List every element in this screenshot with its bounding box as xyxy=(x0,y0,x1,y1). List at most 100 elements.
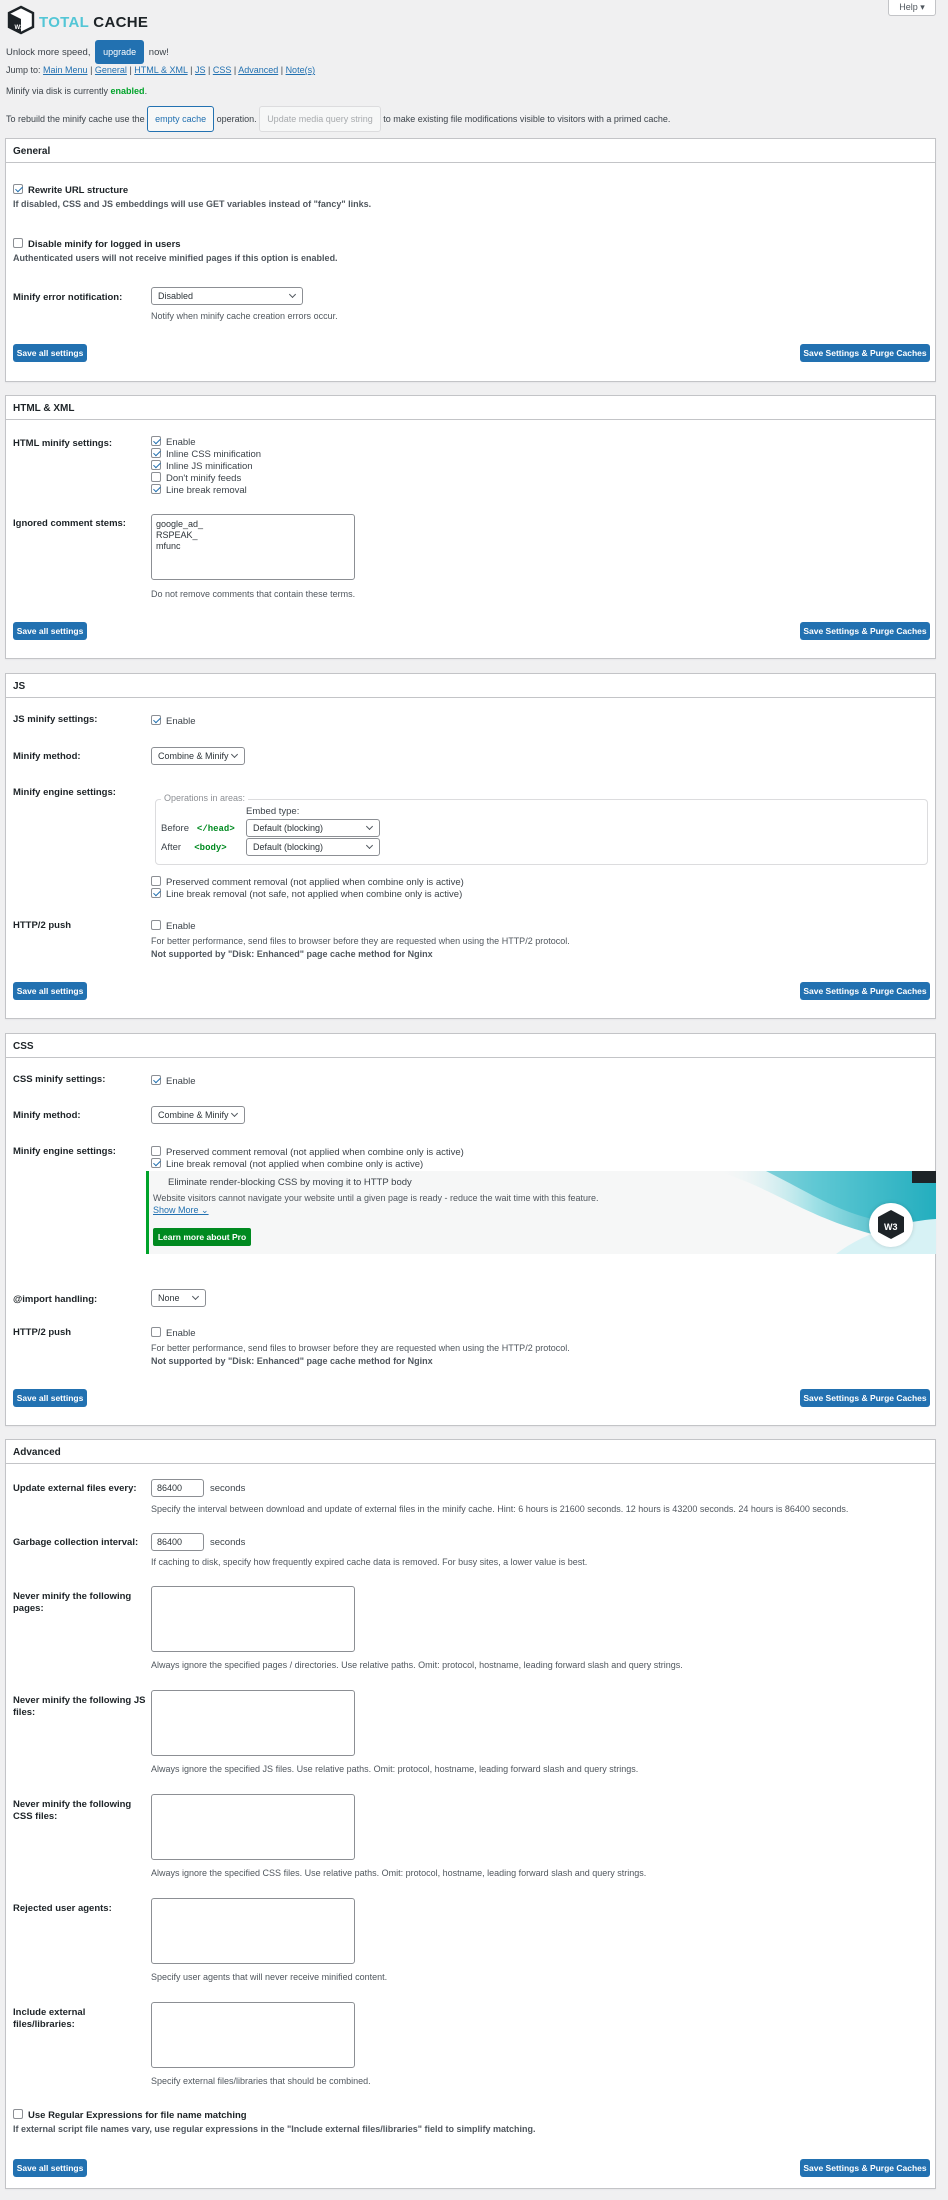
js-method-label: Minify method: xyxy=(13,751,81,762)
js-http2-checkbox[interactable] xyxy=(151,920,161,930)
jump-link-general[interactable]: General xyxy=(95,65,127,75)
html-inline-js-checkbox[interactable] xyxy=(151,460,161,470)
save-purge-button[interactable]: Save Settings & Purge Caches xyxy=(800,2159,930,2177)
css-line-break-option[interactable]: Line break removal (not applied when com… xyxy=(151,1158,423,1171)
js-title: JS xyxy=(6,674,935,698)
js-engine-label: Minify engine settings: xyxy=(13,787,116,798)
upgrade-button[interactable]: upgrade xyxy=(95,40,145,64)
advanced-panel: Advanced Update external files every: 86… xyxy=(5,1439,936,2189)
css-settings-label: CSS minify settings: xyxy=(13,1074,106,1085)
save-all-settings-button[interactable]: Save all settings xyxy=(13,344,87,362)
html-panel: HTML & XML HTML minify settings: Enable … xyxy=(5,395,936,659)
jump-link-notes[interactable]: Note(s) xyxy=(286,65,316,75)
css-engine-label: Minify engine settings: xyxy=(13,1146,116,1157)
save-all-settings-button[interactable]: Save all settings xyxy=(13,1389,87,1407)
never-minify-pages-textarea[interactable] xyxy=(151,1586,355,1652)
css-enable-option[interactable]: Enable xyxy=(151,1075,196,1088)
general-panel: General Rewrite URL structure If disable… xyxy=(5,138,936,382)
disable-minify-logged-checkbox[interactable] xyxy=(13,238,23,248)
rejected-agents-label: Rejected user agents: xyxy=(13,1903,112,1914)
never-minify-css-textarea[interactable] xyxy=(151,1794,355,1860)
html-title: HTML & XML xyxy=(6,396,935,420)
update-external-input[interactable]: 86400 xyxy=(151,1479,204,1497)
include-external-label: Include external files/libraries: xyxy=(13,2007,86,2030)
promo-badge: W3 xyxy=(869,1203,913,1247)
js-enable-option[interactable]: Enable xyxy=(151,715,196,728)
disable-minify-logged-option[interactable]: Disable minify for logged in users xyxy=(13,238,181,251)
css-method-select[interactable]: Combine & Minify xyxy=(151,1106,245,1124)
save-all-settings-button[interactable]: Save all settings xyxy=(13,622,87,640)
import-handling-label: @import handling: xyxy=(13,1294,98,1305)
never-minify-css-label: Never minify the following CSS files: xyxy=(13,1799,132,1822)
learn-more-pro-button[interactable]: Learn more about Pro xyxy=(153,1228,251,1246)
html-inline-css-checkbox[interactable] xyxy=(151,448,161,458)
advanced-title: Advanced xyxy=(6,1440,935,1464)
garbage-collection-label: Garbage collection interval: xyxy=(13,1537,139,1548)
error-notification-label: Minify error notification: xyxy=(13,292,123,303)
html-line-break-checkbox[interactable] xyxy=(151,484,161,494)
pro-promo-banner: Eliminate render-blocking CSS by moving … xyxy=(146,1171,936,1254)
rewrite-url-option[interactable]: Rewrite URL structure xyxy=(13,184,128,197)
js-enable-checkbox[interactable] xyxy=(151,715,161,725)
empty-cache-button[interactable]: empty cache xyxy=(147,106,215,132)
jump-link-main-menu[interactable]: Main Menu xyxy=(43,65,88,75)
js-line-break-option[interactable]: Line break removal (not safe, not applie… xyxy=(151,888,462,901)
html-dont-minify-feeds-checkbox[interactable] xyxy=(151,472,161,482)
import-handling-select[interactable]: None xyxy=(151,1289,206,1307)
jump-link-js[interactable]: JS xyxy=(195,65,206,75)
error-notification-select[interactable]: Disabled xyxy=(151,287,303,305)
css-line-break-checkbox[interactable] xyxy=(151,1158,161,1168)
ignored-comment-stems-label: Ignored comment stems: xyxy=(13,518,126,529)
rejected-agents-textarea[interactable] xyxy=(151,1898,355,1964)
css-http2-label: HTTP/2 push xyxy=(13,1327,72,1338)
css-http2-option[interactable]: Enable xyxy=(151,1327,196,1340)
never-minify-pages-label: Never minify the following pages: xyxy=(13,1591,132,1614)
html-settings-label: HTML minify settings: xyxy=(13,438,113,449)
regex-option[interactable]: Use Regular Expressions for file name ma… xyxy=(13,2109,247,2122)
svg-text:W3: W3 xyxy=(15,25,25,31)
help-button[interactable]: Help ▾ xyxy=(888,0,936,16)
jump-link-css[interactable]: CSS xyxy=(213,65,232,75)
w3-cube-icon: W3 xyxy=(6,5,36,35)
css-preserve-comment-checkbox[interactable] xyxy=(151,1146,161,1156)
never-minify-js-textarea[interactable] xyxy=(151,1690,355,1756)
upsell-line: Unlock more speed, upgrade now! xyxy=(6,40,169,64)
jump-link-html-xml[interactable]: HTML & XML xyxy=(134,65,187,75)
js-preserve-comment-checkbox[interactable] xyxy=(151,876,161,886)
html-enable-checkbox[interactable] xyxy=(151,436,161,446)
save-purge-button[interactable]: Save Settings & Purge Caches xyxy=(800,344,930,362)
never-minify-js-label: Never minify the following JS files: xyxy=(13,1695,146,1718)
include-external-textarea[interactable] xyxy=(151,2002,355,2068)
garbage-collection-input[interactable]: 86400 xyxy=(151,1533,204,1551)
save-purge-button[interactable]: Save Settings & Purge Caches xyxy=(800,622,930,640)
css-http2-checkbox[interactable] xyxy=(151,1327,161,1337)
rewrite-url-checkbox[interactable] xyxy=(13,184,23,194)
js-http2-option[interactable]: Enable xyxy=(151,920,196,933)
status-badge: enabled xyxy=(110,86,145,96)
show-more-link[interactable]: Show More ⌄ xyxy=(153,1205,209,1216)
save-all-settings-button[interactable]: Save all settings xyxy=(13,2159,87,2177)
jump-nav: Jump to: Main Menu | General | HTML & XM… xyxy=(6,65,316,75)
update-media-query-button[interactable]: Update media query string xyxy=(259,106,381,132)
embed-before-select[interactable]: Default (blocking) xyxy=(246,819,380,837)
regex-checkbox[interactable] xyxy=(13,2109,23,2119)
js-line-break-checkbox[interactable] xyxy=(151,888,161,898)
css-title: CSS xyxy=(6,1034,935,1058)
general-title: General xyxy=(6,139,935,163)
js-panel: JS JS minify settings: Enable Minify met… xyxy=(5,673,936,1019)
js-method-select[interactable]: Combine & Minify xyxy=(151,747,245,765)
save-purge-button[interactable]: Save Settings & Purge Caches xyxy=(800,1389,930,1407)
brand-logo: W3 TOTAL CACHE xyxy=(6,5,148,35)
jump-link-advanced[interactable]: Advanced xyxy=(238,65,278,75)
css-method-label: Minify method: xyxy=(13,1110,81,1121)
ignored-comment-stems-textarea[interactable]: google_ad_ RSPEAK_ mfunc xyxy=(151,514,355,580)
html-line-break-option[interactable]: Line break removal xyxy=(151,484,247,497)
css-enable-checkbox[interactable] xyxy=(151,1075,161,1085)
js-settings-label: JS minify settings: xyxy=(13,714,98,725)
rebuild-line: To rebuild the minify cache use the empt… xyxy=(6,106,670,132)
save-purge-button[interactable]: Save Settings & Purge Caches xyxy=(800,982,930,1000)
svg-text:W3: W3 xyxy=(884,1222,898,1232)
w3-cube-icon: W3 xyxy=(878,1210,904,1239)
embed-after-select[interactable]: Default (blocking) xyxy=(246,838,380,856)
save-all-settings-button[interactable]: Save all settings xyxy=(13,982,87,1000)
